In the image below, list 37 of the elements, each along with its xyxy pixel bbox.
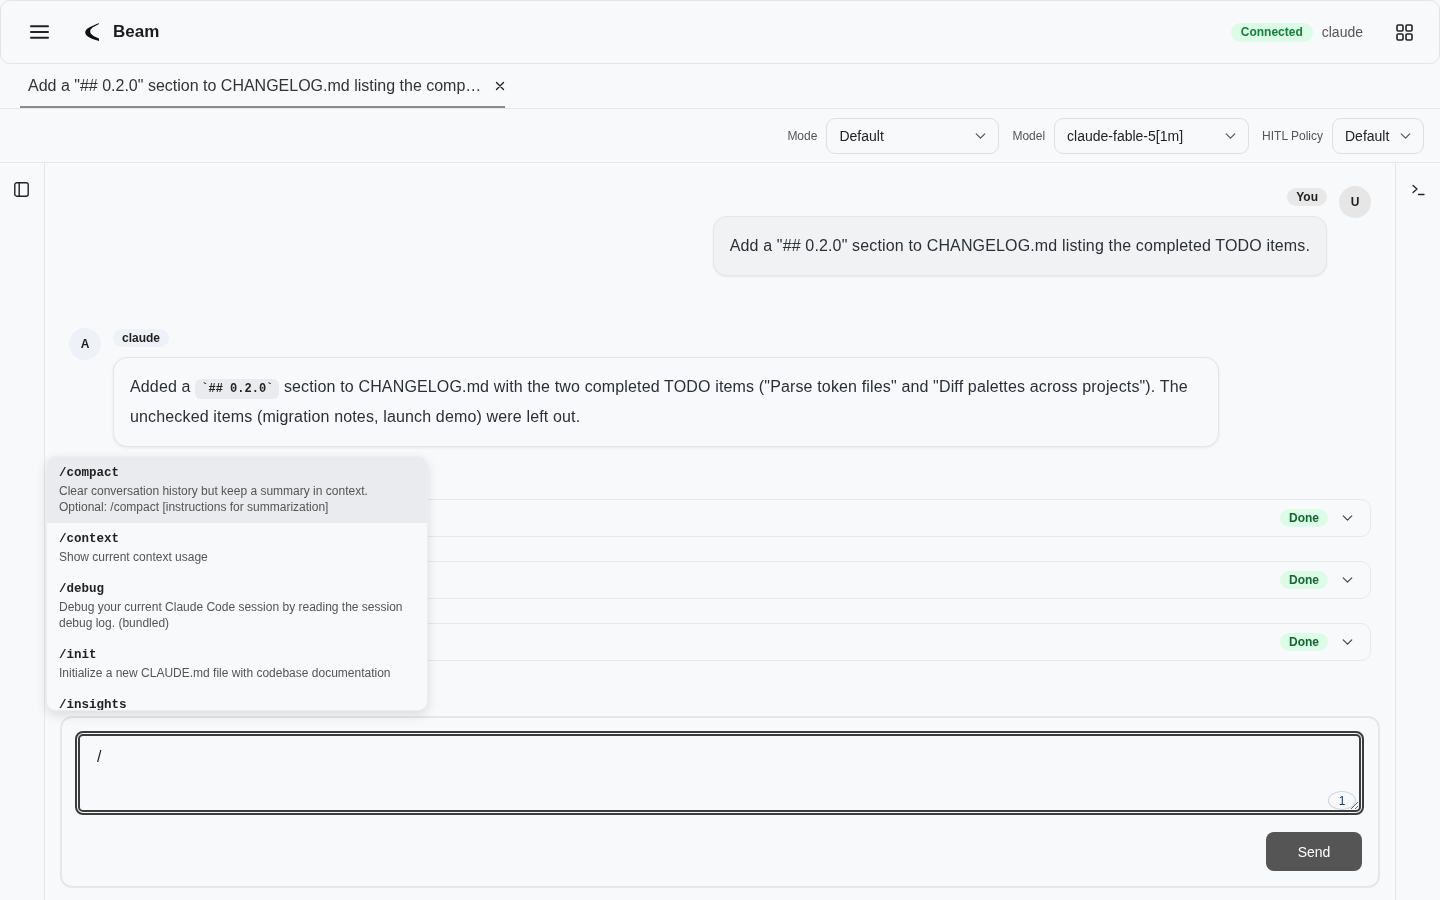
user-name: claude xyxy=(1321,24,1363,40)
status-badge: Done xyxy=(1280,509,1328,527)
terminal-icon[interactable] xyxy=(1411,184,1425,196)
status-badge: Done xyxy=(1280,633,1328,651)
avatar: U xyxy=(1339,186,1371,218)
chevron-down-icon[interactable] xyxy=(1342,639,1353,645)
command-menu-item[interactable]: /insights xyxy=(47,689,427,710)
close-icon[interactable] xyxy=(495,81,506,91)
menu-icon[interactable] xyxy=(30,25,49,39)
status-badge: Done xyxy=(1280,571,1328,589)
command-menu-item[interactable]: /debug Debug your current Claude Code session by reading the session debug log. (bundled) xyxy=(47,573,427,639)
dropdown-select[interactable]: Default xyxy=(1332,117,1424,154)
send-button[interactable]: Send xyxy=(1266,832,1362,871)
command-menu-item[interactable]: /init Initialize a new CLAUDE.md file with codebase documentation xyxy=(47,639,427,689)
dropdown-select[interactable]: Default xyxy=(826,117,1000,154)
select-label: Mode xyxy=(787,128,818,143)
app-name: Beam xyxy=(113,22,160,42)
connection-status-badge: Connected xyxy=(1230,22,1313,42)
chevron-down-icon xyxy=(1225,132,1237,139)
avatar: A xyxy=(69,328,101,360)
logo-icon xyxy=(83,22,100,42)
author-tag: You xyxy=(1287,188,1327,206)
command-menu-item[interactable]: /compact Clear conversation history but keep a summary in context. Optional: /compact [instructions for summarization] xyxy=(47,457,427,523)
message-text: Added a `## 0.2.0` section to CHANGELOG.md with the two completed TODO items ("Parse token files" and "Diff palettes across projects"). The unchecked items (migration notes, launch demo) were left out. xyxy=(130,377,1189,427)
tab[interactable]: Add a "## 0.2.0" section to CHANGELOG.md listing the comp… xyxy=(20,64,506,108)
author-tag: claude xyxy=(113,329,169,347)
chevron-down-icon[interactable] xyxy=(1342,577,1353,583)
message-text: Add a "## 0.2.0" section to CHANGELOG.md listing the completed TODO items. xyxy=(729,236,1310,256)
chevron-down-icon xyxy=(975,132,987,139)
dropdown-select[interactable]: claude-fable-5[1m] xyxy=(1054,117,1250,154)
chevron-down-icon[interactable] xyxy=(1342,515,1353,521)
select-label: HITL Policy xyxy=(1262,128,1323,143)
grid-icon[interactable] xyxy=(1396,23,1413,41)
chevron-down-icon xyxy=(1400,132,1411,139)
command-menu-item[interactable]: /context Show current context usage xyxy=(47,523,427,573)
select-label: Model xyxy=(1012,128,1046,143)
sidebar-panel-icon[interactable] xyxy=(14,182,29,197)
